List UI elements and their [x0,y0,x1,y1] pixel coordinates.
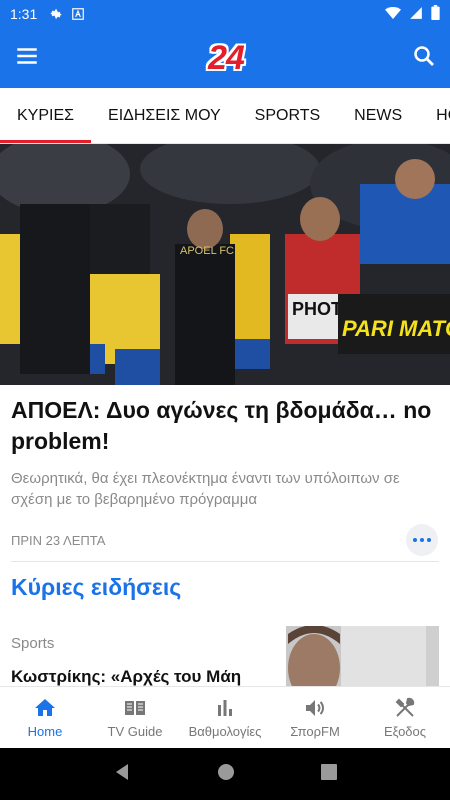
article-timestamp: ΠΡΙΝ 23 ΛΕΠΤΑ [11,533,106,548]
app-logo[interactable]: 24 [208,39,245,78]
teaser-thumbnail[interactable] [286,626,439,686]
section-title: Κύριες ειδήσεις [11,574,182,600]
nav-tv-guide-label: TV Guide [107,724,163,739]
keyboard-a-icon [71,7,85,21]
tv-guide-icon [125,701,145,715]
tab-news[interactable]: NEWS [337,88,419,143]
system-navigation-bar [0,748,450,800]
status-bar: 1:31 [0,0,450,28]
bottom-navigation: Home TV Guide Βαθμολογίες ΣπορFM Εξοδος [0,686,450,748]
more-options-button[interactable] [406,524,438,556]
category-tabs: ΚΥΡΙΕΣ ΕΙΔΗΣΕΙΣ ΜΟΥ SPORTS NEWS HOT [0,88,450,144]
nav-tv-guide[interactable]: TV Guide [90,687,180,748]
cellular-signal-icon [409,6,423,23]
tab-hot[interactable]: HOT [419,88,450,143]
tab-sports[interactable]: SPORTS [238,88,338,143]
back-icon[interactable] [113,763,131,786]
article-summary: Θεωρητικά, θα έχει πλεονέκτημα έναντι τω… [11,470,400,508]
app-bar: 24 [0,28,450,88]
nav-sportfm-label: ΣπορFM [290,724,340,739]
nav-sportfm[interactable]: ΣπορFM [270,687,360,748]
volume-icon [306,700,324,716]
tab-my-news[interactable]: ΕΙΔΗΣΕΙΣ ΜΟΥ [91,88,238,143]
status-time: 1:31 [10,6,38,22]
utensils-icon [395,697,415,717]
bar-chart-icon [218,700,232,716]
search-icon[interactable] [412,44,436,73]
article-headline[interactable]: ΑΠΟΕΛ: Δυο αγώνες τη βδομάδα… no problem… [11,395,441,457]
shirt-text: APOEL FC [180,245,234,257]
home-icon [35,699,55,716]
nav-exodos-label: Εξοδος [383,724,427,739]
wifi-icon [385,6,401,23]
teaser-title[interactable]: Κωστρίκης: «Αρχές του Μάη [11,667,271,686]
divider [11,561,439,562]
hero-image[interactable]: PHOT 046 PARI MATCH APOEL FC [0,144,450,385]
battery-icon [431,5,440,23]
dot [420,538,424,542]
recents-square-icon[interactable] [321,763,337,785]
sponsor-text: PARI MATCH [342,316,450,341]
dot [413,538,417,542]
settings-gear-icon [49,7,63,21]
nav-home[interactable]: Home [0,687,90,748]
nav-standings[interactable]: Βαθμολογίες [180,687,270,748]
teaser-category: Sports [11,635,55,652]
nav-exodos[interactable]: Εξοδος [360,687,450,748]
nav-standings-label: Βαθμολογίες [188,724,262,739]
nav-home-label: Home [27,724,63,739]
home-circle-icon[interactable] [217,763,235,786]
article-feed: ΑΠΟΕΛ: Δυο αγώνες τη βδομάδα… no problem… [0,385,450,686]
tab-kyries[interactable]: ΚΥΡΙΕΣ [0,88,92,143]
menu-icon[interactable] [14,43,40,74]
dot [427,538,431,542]
